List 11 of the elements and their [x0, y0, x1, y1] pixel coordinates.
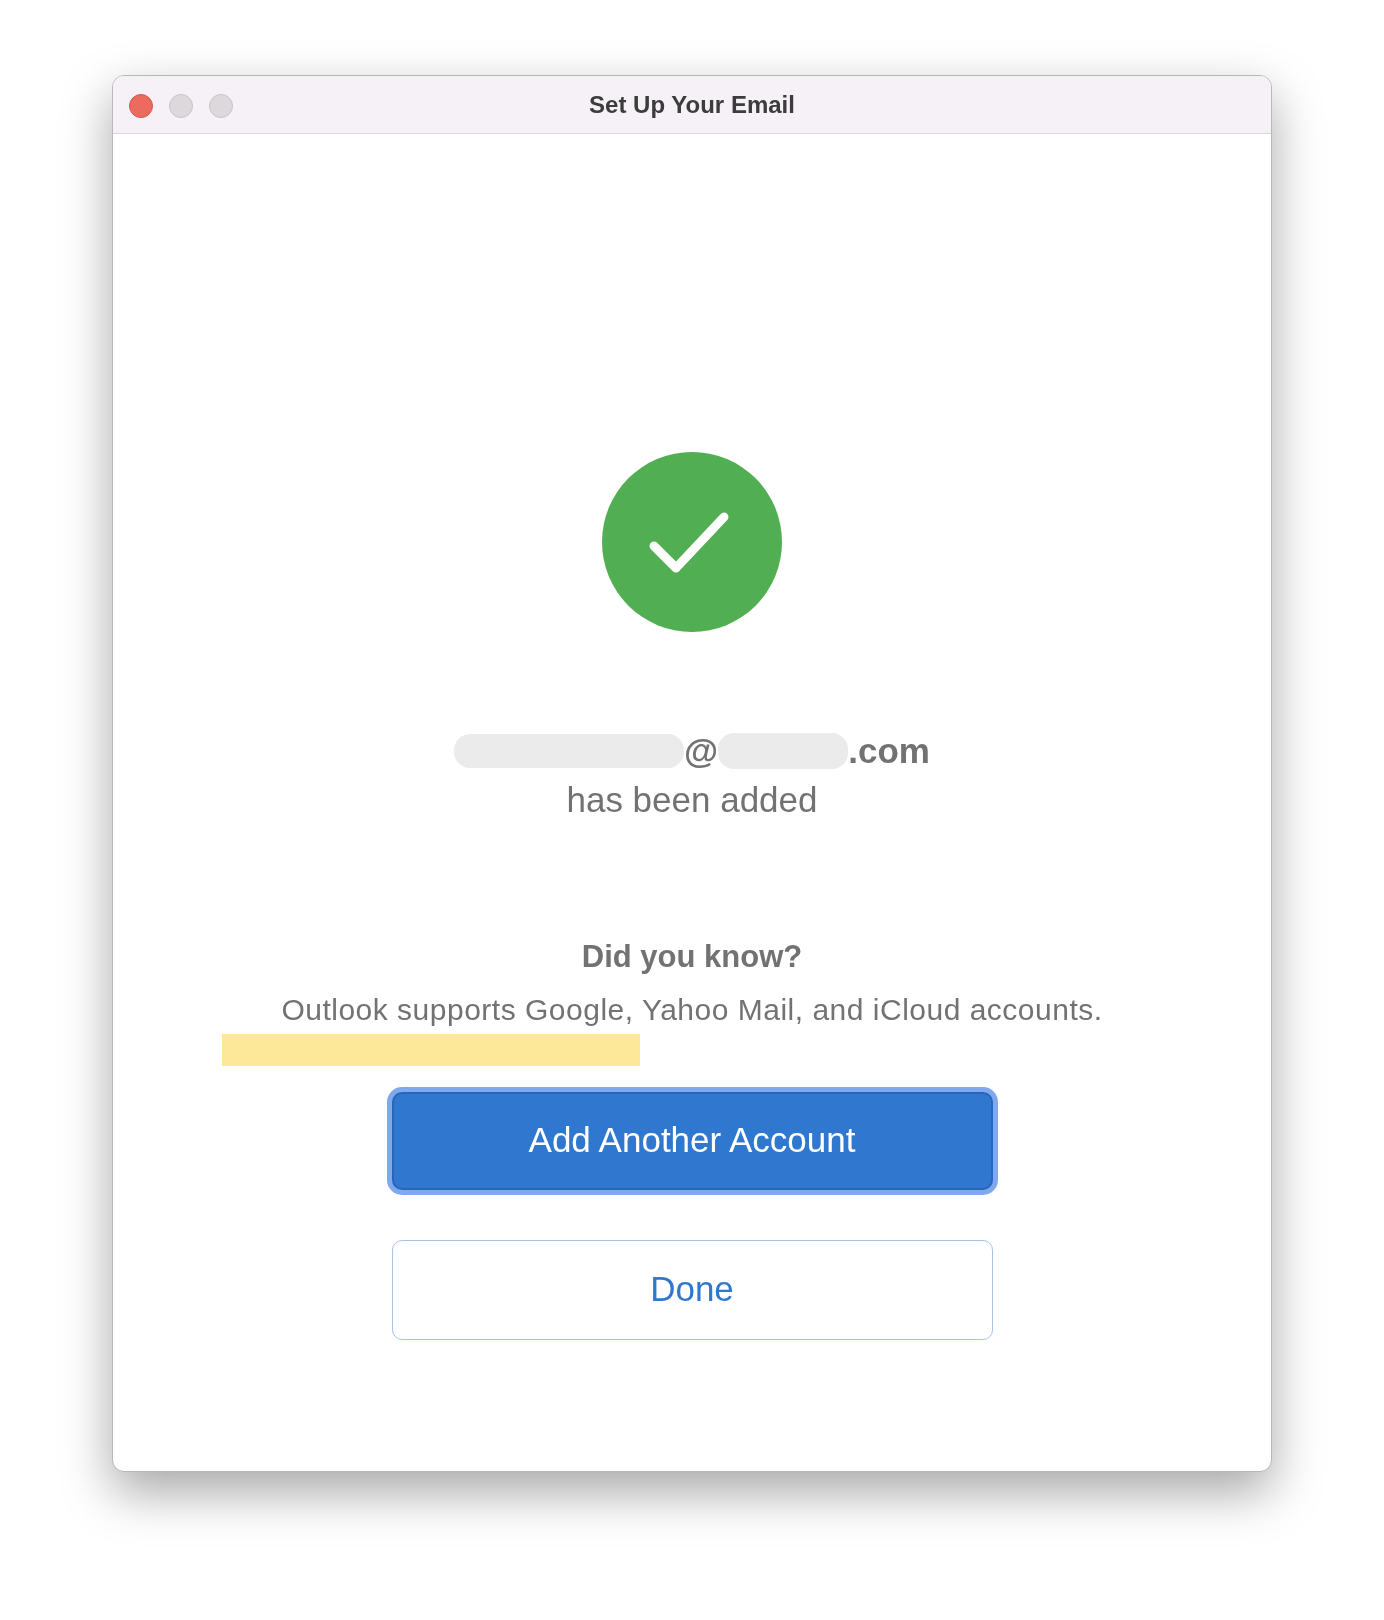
minimize-button[interactable]: [169, 94, 193, 118]
status-message: has been added: [566, 779, 818, 821]
zoom-button[interactable]: [209, 94, 233, 118]
close-button[interactable]: [129, 94, 153, 118]
tip-heading: Did you know?: [581, 938, 803, 976]
email-text: .com: [848, 730, 930, 772]
done-button[interactable]: Done: [391, 1239, 993, 1340]
success-check-icon: [602, 452, 782, 632]
tip-text: Outlook supports Google, Yahoo Mail, and iCloud accounts.: [281, 991, 1103, 1028]
email-text: @: [684, 730, 719, 772]
window-title: Set Up Your Email: [589, 89, 795, 120]
